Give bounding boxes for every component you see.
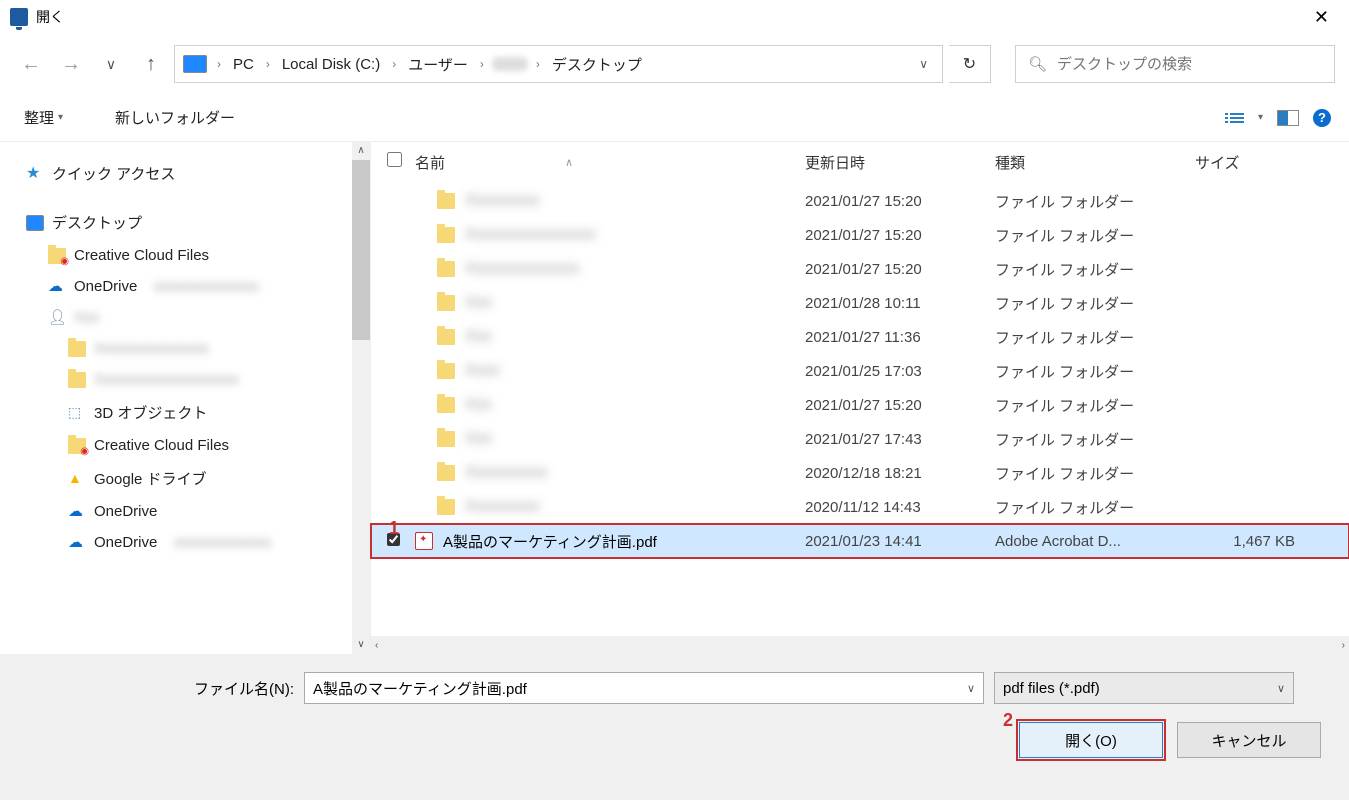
help-icon[interactable]: ? <box>1313 109 1331 127</box>
file-row[interactable]: Xxx2021/01/28 10:11ファイル フォルダー <box>371 286 1349 320</box>
file-row[interactable]: Xxx2021/01/27 11:36ファイル フォルダー <box>371 320 1349 354</box>
file-row[interactable]: Xxxxxxxxx2021/01/27 15:20ファイル フォルダー <box>371 184 1349 218</box>
tree-desktop[interactable]: デスクトップ <box>0 205 370 240</box>
preview-pane-button[interactable] <box>1277 110 1299 126</box>
nav-scrollbar[interactable]: ∧∨ <box>352 142 370 654</box>
tree-cc-files-2[interactable]: Creative Cloud Files <box>0 430 370 461</box>
tree-folder[interactable]: Xxxxxxxxxxxxxxxxxxx <box>0 364 370 395</box>
crumb-desktop[interactable]: デスクトップ <box>548 52 646 77</box>
file-row[interactable]: Xxxxxxxxxxxxxx2021/01/27 15:20ファイル フォルダー <box>371 252 1349 286</box>
pdf-icon <box>415 532 433 550</box>
tree-folder[interactable]: Xxxxxxxxxxxxxxx <box>0 333 370 364</box>
col-size[interactable]: サイズ <box>1195 152 1295 173</box>
dialog-title: 開く <box>36 7 64 27</box>
crumb-c[interactable]: Local Disk (C:) <box>278 54 384 75</box>
cancel-button[interactable]: キャンセル <box>1177 722 1321 758</box>
file-row[interactable]: Xxxxxxxxxx2020/12/18 18:21ファイル フォルダー <box>371 456 1349 490</box>
col-type[interactable]: 種類 <box>995 152 1195 173</box>
app-icon <box>10 8 28 26</box>
recent-dropdown[interactable]: ∨ <box>94 47 128 81</box>
organize-menu[interactable]: 整理▾ <box>18 103 69 132</box>
crumb-user[interactable] <box>492 57 528 71</box>
filetype-select[interactable]: pdf files (*.pdf)∨ <box>994 672 1294 704</box>
h-scrollbar[interactable]: ‹› <box>371 636 1349 654</box>
tree-quick-access[interactable]: ★クイック アクセス <box>0 156 370 191</box>
col-date[interactable]: 更新日時 <box>805 152 995 173</box>
search-input[interactable] <box>1057 56 1322 73</box>
col-name[interactable]: 名前∧ <box>415 152 805 173</box>
footer: ファイル名(N): A製品のマーケティング計画.pdf∨ pdf files (… <box>0 654 1349 800</box>
file-row[interactable]: Xxx2021/01/27 17:43ファイル フォルダー <box>371 422 1349 456</box>
close-icon[interactable]: ✕ <box>1304 3 1339 32</box>
file-row[interactable]: Xxxxxxxxxxxxxxxx2021/01/27 15:20ファイル フォル… <box>371 218 1349 252</box>
pc-icon <box>183 55 207 73</box>
file-row[interactable]: Xxxx2021/01/25 17:03ファイル フォルダー <box>371 354 1349 388</box>
tree-onedrive-3[interactable]: ☁OneDrive xxxxxxxxxxxxx <box>0 527 370 558</box>
new-folder-button[interactable]: 新しいフォルダー <box>109 103 241 132</box>
file-row-selected[interactable]: A製品のマーケティング計画.pdf 2021/01/23 14:41 Adobe… <box>371 524 1349 558</box>
search-box[interactable]: 🔍︎ <box>1015 45 1335 83</box>
file-list-pane: 名前∧ 更新日時 種類 サイズ Xxxxxxxxx2021/01/27 15:2… <box>370 142 1349 654</box>
navigation-pane: ★クイック アクセス デスクトップ Creative Cloud Files ☁… <box>0 142 370 654</box>
refresh-button[interactable]: ↻ <box>949 45 991 83</box>
tree-3d-objects[interactable]: ⬚3D オブジェクト <box>0 395 370 430</box>
tree-onedrive-2[interactable]: ☁OneDrive <box>0 496 370 527</box>
search-icon: 🔍︎ <box>1028 55 1047 73</box>
filename-label: ファイル名(N): <box>194 678 294 699</box>
forward-button[interactable]: → <box>54 47 88 81</box>
select-all-checkbox[interactable] <box>387 152 402 167</box>
view-dropdown-icon[interactable]: ▾ <box>1258 112 1263 123</box>
tree-gdrive[interactable]: ▲Google ドライブ <box>0 461 370 496</box>
navigation-row: ← → ∨ ↑ › PC › Local Disk (C:) › ユーザー › … <box>0 34 1349 94</box>
title-bar: 開く ✕ <box>0 0 1349 34</box>
tree-cc-files[interactable]: Creative Cloud Files <box>0 240 370 271</box>
view-menu[interactable] <box>1225 113 1244 123</box>
column-headers: 名前∧ 更新日時 種類 サイズ <box>371 142 1349 184</box>
address-bar[interactable]: › PC › Local Disk (C:) › ユーザー › › デスクトップ… <box>174 45 943 83</box>
filename-input[interactable]: A製品のマーケティング計画.pdf∨ <box>304 672 984 704</box>
back-button[interactable]: ← <box>14 47 48 81</box>
address-dropdown-icon[interactable]: ∨ <box>913 57 934 71</box>
tree-user[interactable]: 👤︎Xxx <box>0 302 370 333</box>
crumb-users[interactable]: ユーザー <box>404 52 472 77</box>
main-area: ★クイック アクセス デスクトップ Creative Cloud Files ☁… <box>0 142 1349 654</box>
open-button[interactable]: 開く(O) <box>1019 722 1163 758</box>
crumb-pc[interactable]: PC <box>229 54 258 75</box>
tree-onedrive[interactable]: ☁OneDrive xxxxxxxxxxxxxx <box>0 271 370 302</box>
file-row[interactable]: Xxx2021/01/27 15:20ファイル フォルダー <box>371 388 1349 422</box>
annotation-2: 2 <box>1003 710 1013 731</box>
annotation-1: 1 <box>389 518 399 539</box>
file-row[interactable]: Xxxxxxxxx2020/11/12 14:43ファイル フォルダー <box>371 490 1349 524</box>
up-button[interactable]: ↑ <box>134 47 168 81</box>
toolbar: 整理▾ 新しいフォルダー ▾ ? <box>0 94 1349 142</box>
